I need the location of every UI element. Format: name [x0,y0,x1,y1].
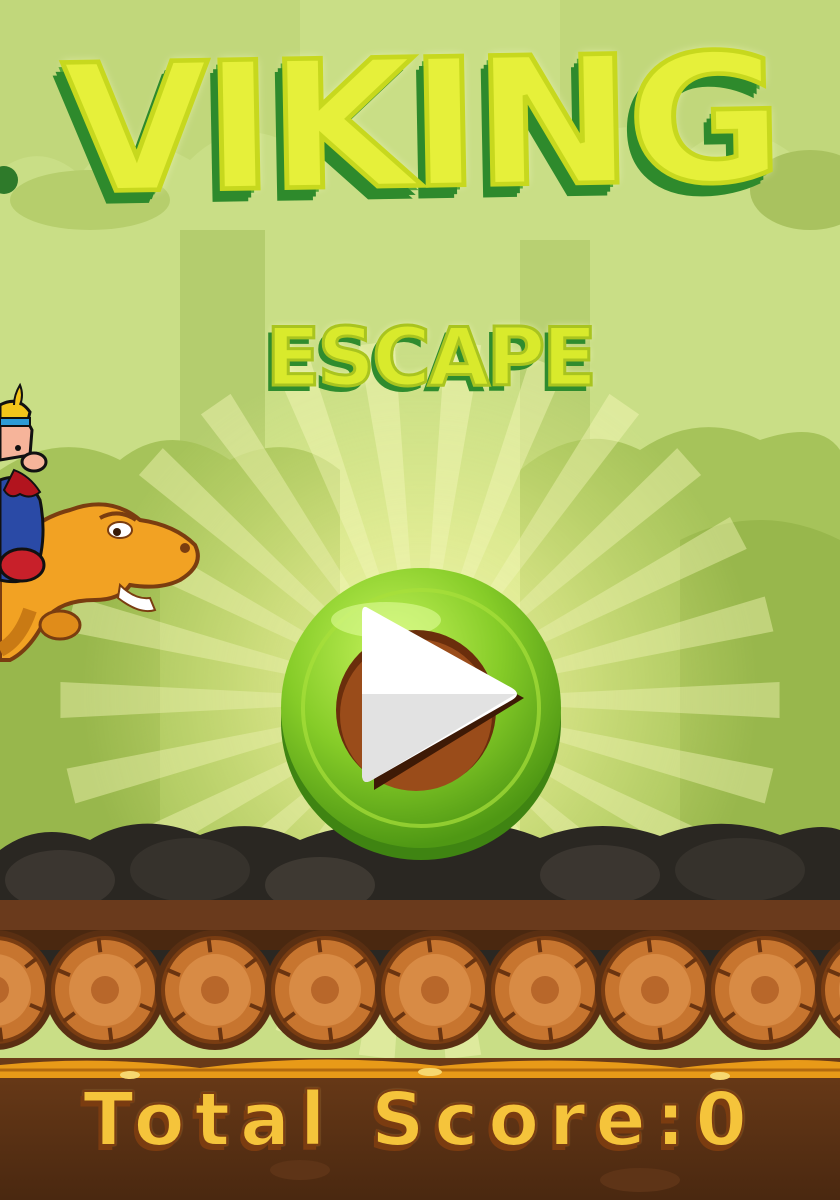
game-title: VIKING [58,14,781,236]
log [595,930,715,1050]
play-button[interactable] [276,560,566,860]
log [265,930,385,1050]
game-subtitle: ESCAPE [264,311,598,404]
score-display: Total Score:0 [0,1075,840,1165]
log [705,930,825,1050]
log [485,930,605,1050]
log [155,930,275,1050]
log [375,930,495,1050]
log [45,930,165,1050]
score-value: 0 [694,1076,757,1164]
score-label: Total Score: [82,1076,696,1164]
